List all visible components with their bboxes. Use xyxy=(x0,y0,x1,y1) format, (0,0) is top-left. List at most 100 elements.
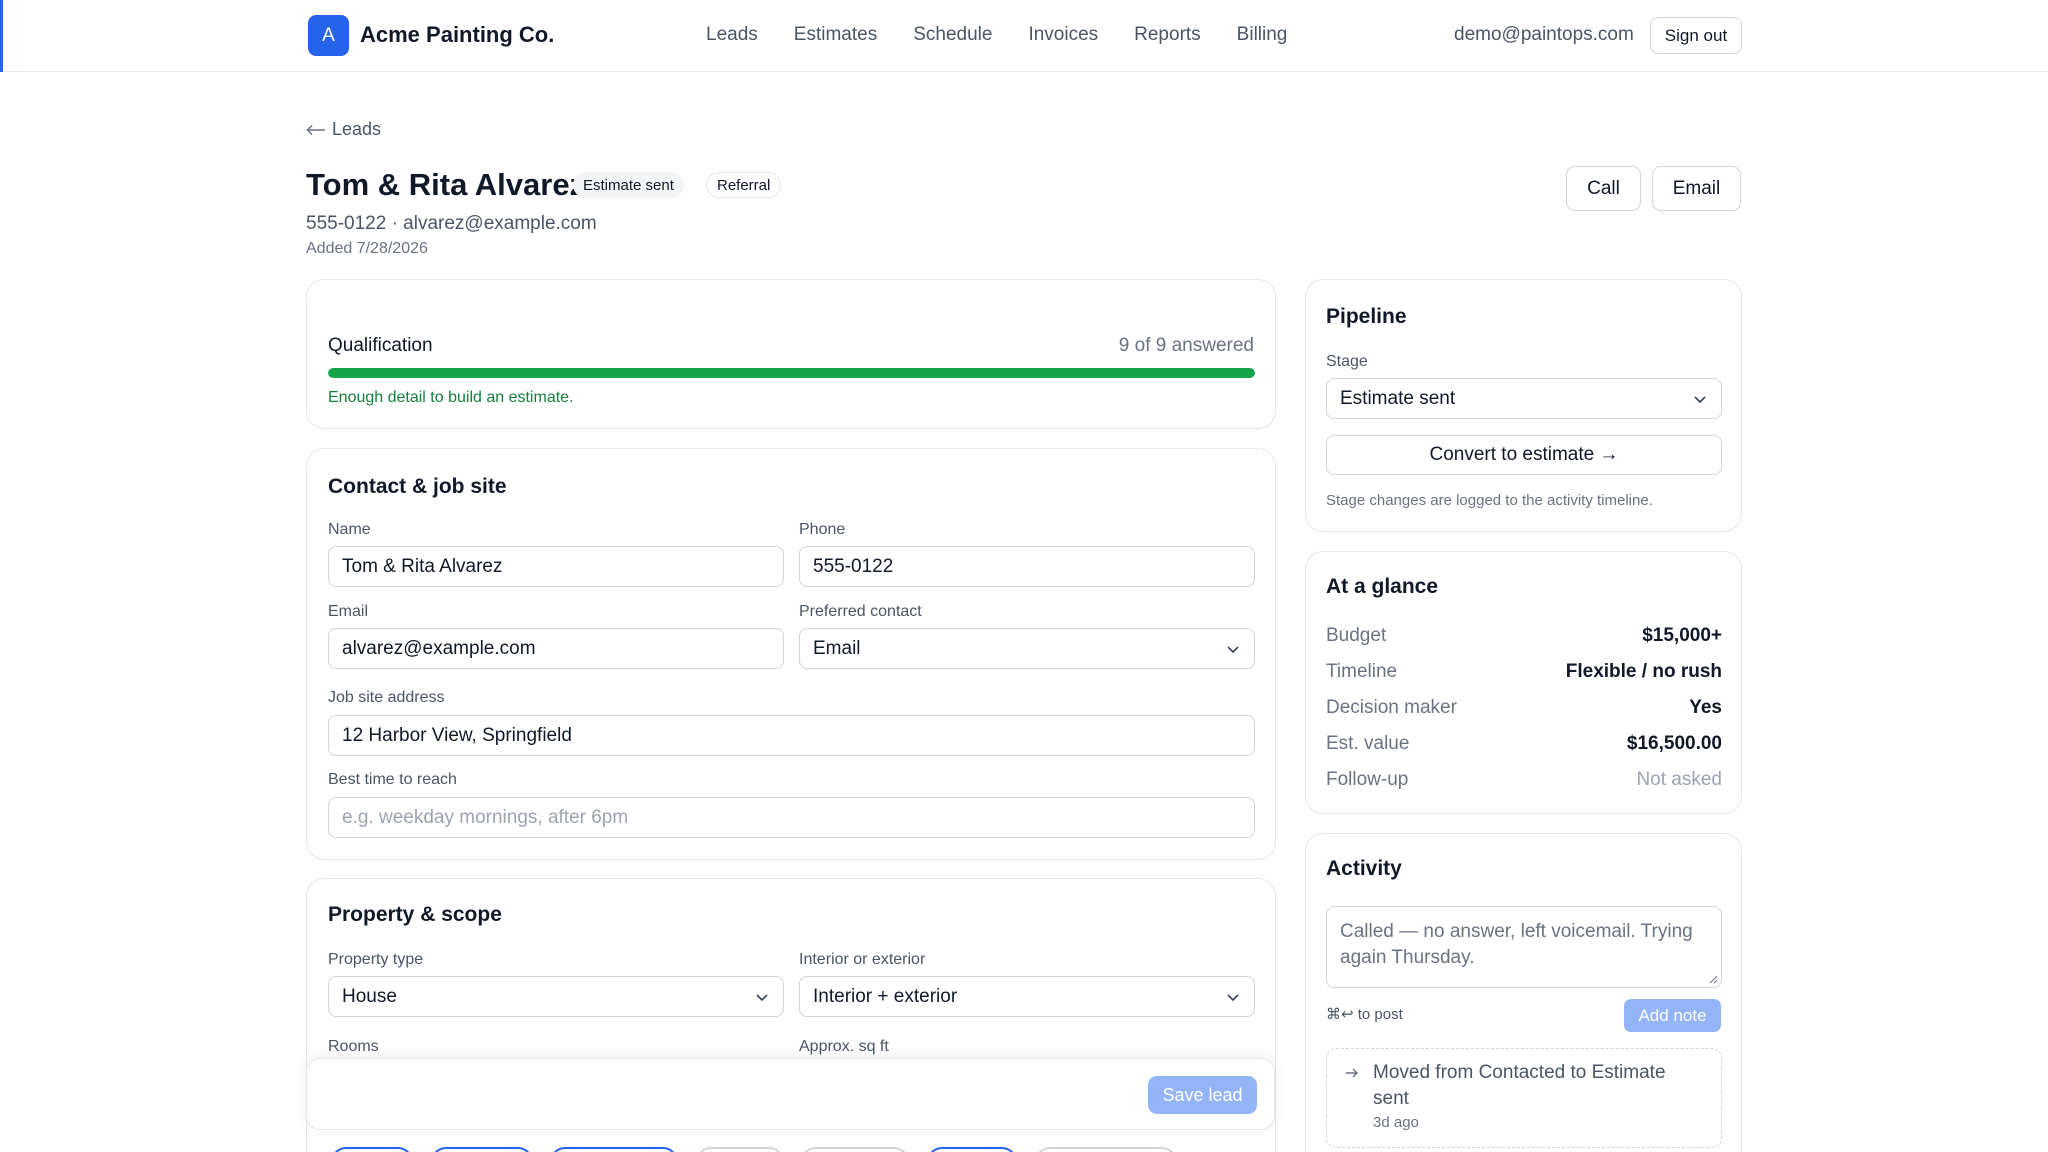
glance-key: Follow-up xyxy=(1326,769,1409,790)
main-nav: Leads Estimates Schedule Invoices Report… xyxy=(706,24,1323,46)
sqft-label: Approx. sq ft xyxy=(799,1038,889,1055)
activity-item-text: Moved from Contacted to Estimate sent xyxy=(1373,1062,1666,1109)
nav-billing[interactable]: Billing xyxy=(1237,24,1288,46)
contact-card-title: Contact & job site xyxy=(328,475,507,498)
glance-row-follow-up: Follow-up Not asked xyxy=(1326,769,1722,793)
surface-chip[interactable] xyxy=(550,1147,678,1152)
activity-title: Activity xyxy=(1326,857,1402,880)
activity-item-time: 3d ago xyxy=(1373,1114,1419,1131)
property-type-value: House xyxy=(342,985,397,1007)
qualification-message: Enough detail to build an estimate. xyxy=(328,389,574,406)
resize-grip-icon[interactable] xyxy=(1708,974,1718,984)
activity-item: Moved from Contacted to Estimate sent 3d… xyxy=(1326,1048,1722,1148)
arrow-right-icon xyxy=(1346,1068,1358,1078)
at-a-glance-card: At a glance Budget $15,000+ Timeline Fle… xyxy=(1305,551,1742,814)
glance-row-timeline: Timeline Flexible / no rush xyxy=(1326,661,1722,685)
surface-chip[interactable] xyxy=(431,1147,533,1152)
address-input[interactable]: 12 Harbor View, Springfield xyxy=(328,715,1255,756)
user-email: demo@paintops.com xyxy=(1454,24,1634,45)
glance-value: $16,500.00 xyxy=(1626,733,1722,754)
property-type-label: Property type xyxy=(328,951,424,968)
glance-key: Est. value xyxy=(1326,733,1410,754)
name-input[interactable]: Tom & Rita Alvarez xyxy=(328,546,784,587)
brand-name[interactable]: Acme Painting Co. xyxy=(360,22,554,48)
post-shortcut-hint: ⌘↩ to post xyxy=(1326,1006,1403,1023)
name-label: Name xyxy=(328,521,371,538)
back-to-leads-link[interactable]: Leads xyxy=(306,119,381,140)
added-date: Added 7/28/2026 xyxy=(306,240,428,257)
save-lead-button[interactable]: Save lead xyxy=(1148,1076,1257,1114)
status-badge: Estimate sent xyxy=(573,172,684,198)
arrow-left-icon xyxy=(306,124,325,135)
brand-logo[interactable]: A xyxy=(308,15,349,56)
email-button[interactable]: Email xyxy=(1652,166,1741,211)
glance-key: Decision maker xyxy=(1326,697,1457,718)
nav-schedule[interactable]: Schedule xyxy=(913,24,992,46)
call-button[interactable]: Call xyxy=(1566,166,1641,211)
qualification-progress-bar xyxy=(328,368,1255,378)
chevron-down-icon xyxy=(1227,646,1239,654)
chevron-down-icon xyxy=(756,994,768,1002)
glance-row-est-value: Est. value $16,500.00 xyxy=(1326,733,1722,757)
glance-value: $15,000+ xyxy=(1642,625,1722,646)
back-label: Leads xyxy=(332,119,382,139)
source-badge: Referral xyxy=(706,172,782,198)
sign-out-button[interactable]: Sign out xyxy=(1650,17,1742,54)
best-time-input[interactable]: e.g. weekday mornings, after 6pm xyxy=(328,797,1255,838)
accent-line xyxy=(0,0,3,72)
email-input[interactable]: alvarez@example.com xyxy=(328,628,784,669)
activity-card: Activity Called — no answer, left voicem… xyxy=(1305,833,1742,1152)
preferred-contact-label: Preferred contact xyxy=(799,603,922,620)
email-label: Email xyxy=(328,603,369,620)
glance-row-decision-maker: Decision maker Yes xyxy=(1326,697,1722,721)
surface-chip[interactable] xyxy=(331,1147,413,1152)
pipeline-title: Pipeline xyxy=(1326,305,1407,328)
nav-estimates[interactable]: Estimates xyxy=(794,24,877,46)
qualification-card: Qualification 9 of 9 answered Enough det… xyxy=(306,279,1276,429)
qualification-label: Qualification xyxy=(328,335,433,356)
activity-note-textarea[interactable]: Called — no answer, left voicemail. Tryi… xyxy=(1326,906,1722,988)
qualification-count: 9 of 9 answered xyxy=(1118,335,1254,356)
glance-title: At a glance xyxy=(1326,575,1439,598)
add-note-button[interactable]: Add note xyxy=(1624,999,1721,1032)
chevron-down-icon xyxy=(1694,396,1706,404)
interior-exterior-value: Interior + exterior xyxy=(813,985,958,1007)
nav-leads[interactable]: Leads xyxy=(706,24,758,46)
page-title: Tom & Rita Alvarez xyxy=(306,167,586,202)
save-bar: Save lead xyxy=(306,1058,1275,1130)
progress-fill xyxy=(328,368,1255,378)
surface-chip[interactable] xyxy=(801,1147,909,1152)
rooms-label: Rooms xyxy=(328,1038,379,1055)
nav-invoices[interactable]: Invoices xyxy=(1028,24,1098,46)
interior-exterior-label: Interior or exterior xyxy=(799,951,926,968)
glance-row-budget: Budget $15,000+ xyxy=(1326,625,1722,649)
convert-to-estimate-button[interactable]: Convert to estimate → xyxy=(1326,435,1722,475)
chevron-down-icon xyxy=(1227,994,1239,1002)
best-time-label: Best time to reach xyxy=(328,771,457,788)
stage-select[interactable]: Estimate sent xyxy=(1326,378,1722,419)
glance-value: Yes xyxy=(1689,697,1722,718)
preferred-contact-select[interactable]: Email xyxy=(799,628,1255,669)
surface-chip[interactable] xyxy=(696,1147,784,1152)
nav-reports[interactable]: Reports xyxy=(1134,24,1201,46)
stage-note: Stage changes are logged to the activity… xyxy=(1326,492,1653,509)
stage-label: Stage xyxy=(1326,353,1368,370)
top-navbar: A Acme Painting Co. Leads Estimates Sche… xyxy=(0,0,2048,72)
property-type-select[interactable]: House xyxy=(328,976,784,1017)
preferred-contact-value: Email xyxy=(813,637,861,659)
property-card-title: Property & scope xyxy=(328,903,502,926)
contact-card: Contact & job site Name Tom & Rita Alvar… xyxy=(306,448,1276,860)
surface-chip[interactable] xyxy=(1035,1147,1177,1152)
glance-value: Flexible / no rush xyxy=(1565,661,1722,682)
contact-summary: 555-0122 · alvarez@example.com xyxy=(306,213,597,234)
surface-chip[interactable] xyxy=(927,1147,1017,1152)
interior-exterior-select[interactable]: Interior + exterior xyxy=(799,976,1255,1017)
phone-label: Phone xyxy=(799,521,846,538)
note-text: Called — no answer, left voicemail. Tryi… xyxy=(1340,921,1693,968)
address-label: Job site address xyxy=(328,689,445,706)
phone-input[interactable]: 555-0122 xyxy=(799,546,1255,587)
pipeline-card: Pipeline Stage Estimate sent Convert to … xyxy=(1305,279,1742,532)
glance-value: Not asked xyxy=(1636,769,1722,790)
glance-key: Budget xyxy=(1326,625,1387,646)
stage-value: Estimate sent xyxy=(1340,387,1456,409)
